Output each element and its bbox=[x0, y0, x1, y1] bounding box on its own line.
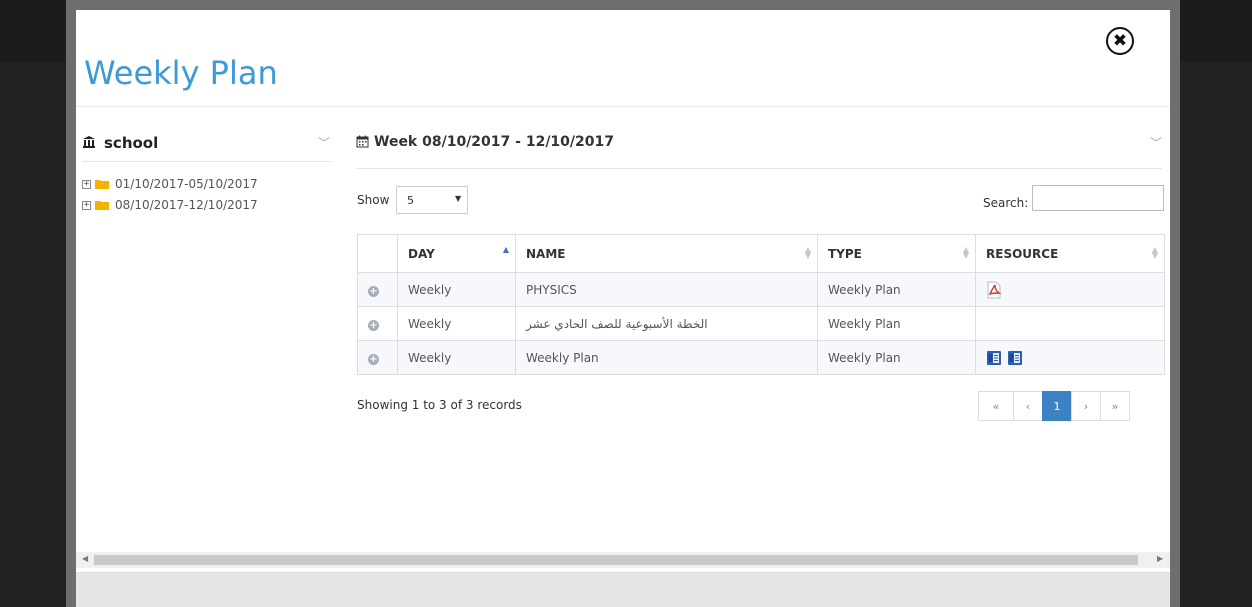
expand-row-icon[interactable]: + bbox=[368, 285, 379, 297]
page-backdrop-right bbox=[1180, 62, 1252, 607]
expand-row-icon[interactable]: + bbox=[368, 319, 379, 331]
scrollbar-thumb[interactable] bbox=[94, 555, 1138, 565]
folder-icon bbox=[95, 201, 109, 210]
name-cell: PHYSICS bbox=[515, 272, 818, 307]
expand-cell[interactable]: + bbox=[357, 306, 398, 341]
resource-cell bbox=[975, 340, 1165, 375]
horizontal-scrollbar[interactable]: ◀ ▶ bbox=[76, 552, 1170, 568]
weekly-plan-modal: ✖ Weekly Plan school ﹀ + 01/10/2017-05/1… bbox=[66, 0, 1180, 607]
week-panel-header[interactable]: Week 08/10/2017 - 12/10/2017 ﹀ bbox=[356, 134, 1166, 162]
resource-cell bbox=[975, 272, 1165, 307]
page-size-value: 5 bbox=[407, 194, 414, 207]
weekly-plan-table: DAY ▲ NAME ▲ ▼ TYPE ▲ ▼ RESOURCE ▲ ▼ + W… bbox=[357, 234, 1165, 375]
modal-content: ✖ Weekly Plan school ﹀ + 01/10/2017-05/1… bbox=[76, 10, 1170, 607]
table-row: + Weekly الخطة الأسبوعية للصف الحادي عشر… bbox=[357, 306, 1165, 341]
tree-item-label[interactable]: 08/10/2017-12/10/2017 bbox=[115, 198, 258, 212]
type-cell: Weekly Plan bbox=[817, 272, 976, 307]
name-cell: الخطة الأسبوعية للصف الحادي عشر bbox=[515, 306, 818, 341]
tree-panel-title: school bbox=[104, 134, 159, 152]
tree-panel-header[interactable]: school ﹀ bbox=[82, 134, 332, 162]
tree-divider bbox=[82, 161, 332, 162]
first-page-button[interactable]: « bbox=[978, 391, 1014, 421]
sort-icon: ▲ ▼ bbox=[962, 245, 969, 260]
column-header-resource[interactable]: RESOURCE ▲ ▼ bbox=[975, 234, 1165, 273]
type-cell: Weekly Plan bbox=[817, 306, 976, 341]
modal-footer bbox=[76, 572, 1170, 607]
expand-cell[interactable]: + bbox=[357, 340, 398, 375]
caret-down-icon: ▼ bbox=[455, 194, 462, 203]
column-header-type[interactable]: TYPE ▲ ▼ bbox=[817, 234, 976, 273]
title-divider bbox=[76, 106, 1170, 107]
search-input[interactable] bbox=[1032, 185, 1164, 211]
pdf-file-icon[interactable] bbox=[986, 281, 1002, 299]
folder-icon bbox=[95, 180, 109, 189]
expand-plus-icon[interactable]: + bbox=[82, 200, 91, 210]
next-page-button[interactable]: › bbox=[1071, 391, 1101, 421]
prev-page-button[interactable]: ‹ bbox=[1013, 391, 1043, 421]
page-1-button[interactable]: 1 bbox=[1042, 391, 1072, 421]
column-header-day[interactable]: DAY ▲ bbox=[397, 234, 516, 273]
column-header-name[interactable]: NAME ▲ ▼ bbox=[515, 234, 818, 273]
institution-icon bbox=[83, 136, 95, 148]
modal-title: Weekly Plan bbox=[84, 54, 278, 92]
day-cell: Weekly bbox=[397, 272, 516, 307]
chevron-down-icon[interactable]: ﹀ bbox=[1150, 134, 1162, 151]
sort-icon: ▲ ▼ bbox=[1151, 245, 1158, 260]
chevron-down-icon[interactable]: ﹀ bbox=[318, 134, 330, 151]
close-icon: ✖ bbox=[1112, 30, 1128, 51]
table-row: + Weekly PHYSICS Weekly Plan bbox=[357, 272, 1165, 307]
expand-plus-icon[interactable]: + bbox=[82, 179, 91, 189]
pagination: « ‹ 1 › » bbox=[978, 391, 1130, 421]
day-cell: Weekly bbox=[397, 306, 516, 341]
name-cell: Weekly Plan bbox=[515, 340, 818, 375]
scroll-left-icon[interactable]: ◀ bbox=[82, 554, 88, 563]
week-title: Week 08/10/2017 - 12/10/2017 bbox=[374, 134, 614, 150]
page-backdrop-left bbox=[0, 62, 66, 607]
week-divider bbox=[356, 168, 1162, 169]
tree-item-week-1[interactable]: + 01/10/2017-05/10/2017 bbox=[82, 176, 258, 192]
word-file-icon[interactable] bbox=[986, 350, 1002, 366]
tree-item-week-2[interactable]: + 08/10/2017-12/10/2017 bbox=[82, 197, 258, 213]
tree-item-label[interactable]: 01/10/2017-05/10/2017 bbox=[115, 177, 258, 191]
page-size-select[interactable]: 5 ▼ bbox=[396, 186, 468, 214]
scroll-right-icon[interactable]: ▶ bbox=[1157, 554, 1163, 563]
close-button[interactable]: ✖ bbox=[1106, 27, 1134, 55]
resource-cell bbox=[975, 306, 1165, 341]
show-label: Show bbox=[357, 193, 390, 207]
search-label: Search: bbox=[983, 196, 1029, 210]
sort-ascending-icon: ▲ bbox=[502, 245, 509, 254]
expand-column-header bbox=[357, 234, 398, 273]
expand-cell[interactable]: + bbox=[357, 272, 398, 307]
last-page-button[interactable]: » bbox=[1100, 391, 1130, 421]
records-summary: Showing 1 to 3 of 3 records bbox=[357, 398, 522, 412]
calendar-icon bbox=[356, 135, 369, 148]
table-header-row: DAY ▲ NAME ▲ ▼ TYPE ▲ ▼ RESOURCE ▲ ▼ bbox=[357, 234, 1165, 273]
expand-row-icon[interactable]: + bbox=[368, 353, 379, 365]
table-row: + Weekly Weekly Plan Weekly Plan bbox=[357, 340, 1165, 375]
type-cell: Weekly Plan bbox=[817, 340, 976, 375]
word-file-icon[interactable] bbox=[1007, 350, 1023, 366]
sort-icon: ▲ ▼ bbox=[804, 245, 811, 260]
day-cell: Weekly bbox=[397, 340, 516, 375]
